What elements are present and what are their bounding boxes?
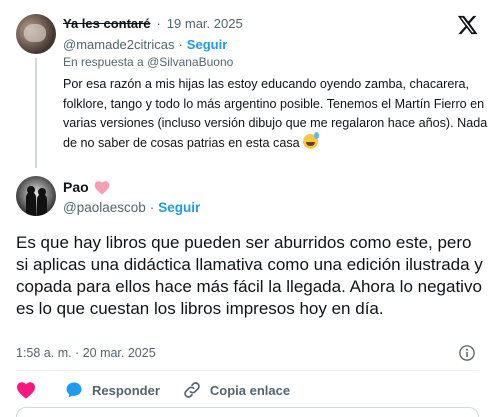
main-display-name[interactable]: Pao [63, 179, 89, 195]
actions-divider [16, 370, 479, 371]
parent-header: Ya les contaré · 19 mar. 2025 [63, 16, 243, 31]
copy-link-label: Copia enlace [209, 382, 291, 398]
copy-link-button[interactable]: Copia enlace [182, 380, 290, 400]
parent-tweet-text: Por esa razón a mis hijas las estoy educ… [63, 75, 488, 153]
parent-separator: · [156, 16, 161, 31]
heart-icon [17, 382, 35, 399]
main-follow-button[interactable]: Seguir [158, 200, 200, 215]
pink-heart-icon [94, 180, 110, 194]
parent-handle-separator: · [178, 37, 183, 52]
reply-mention[interactable]: @SilvanaBuono [147, 55, 233, 69]
reply-context: En respuesta a @SilvanaBuono [63, 55, 233, 69]
parent-date[interactable]: 19 mar. 2025 [167, 16, 243, 31]
tweet-actions: Responder Copia enlace [16, 380, 290, 400]
parent-avatar[interactable] [16, 14, 56, 54]
reply-label: Responder [92, 382, 160, 398]
parent-handle[interactable]: @mamade2citricas [63, 37, 174, 52]
parent-display-name[interactable]: Ya les contaré [63, 16, 150, 31]
main-avatar[interactable] [16, 176, 56, 216]
main-header: Pao [63, 179, 110, 195]
main-handle[interactable]: @paolaescob [63, 200, 146, 215]
main-tweet-text: Es que hay libros que pueden ser aburrid… [16, 233, 483, 318]
reply-icon [66, 382, 82, 398]
x-logo-icon[interactable] [456, 14, 478, 36]
embedded-tweet-card: Ya les contaré · 19 mar. 2025 @mamade2ci… [0, 0, 495, 417]
main-handle-row: @paolaescob · Seguir [63, 200, 200, 215]
parent-follow-button[interactable]: Seguir [187, 37, 227, 52]
parent-tweet-body: Por esa razón a mis hijas las estoy educ… [63, 77, 488, 150]
parent-handle-row: @mamade2citricas · Seguir [63, 37, 227, 52]
info-icon[interactable] [458, 344, 476, 362]
reply-button[interactable]: Responder [64, 380, 160, 400]
main-timestamp[interactable]: 1:58 a. m. · 20 mar. 2025 [16, 346, 156, 360]
like-button[interactable] [16, 381, 38, 399]
read-more-bar[interactable] [16, 407, 479, 417]
main-handle-separator: · [149, 200, 155, 215]
thread-line [35, 58, 37, 168]
reply-prefix: En respuesta a [63, 55, 144, 69]
sweat-smile-icon [303, 131, 320, 149]
link-icon [184, 382, 200, 398]
